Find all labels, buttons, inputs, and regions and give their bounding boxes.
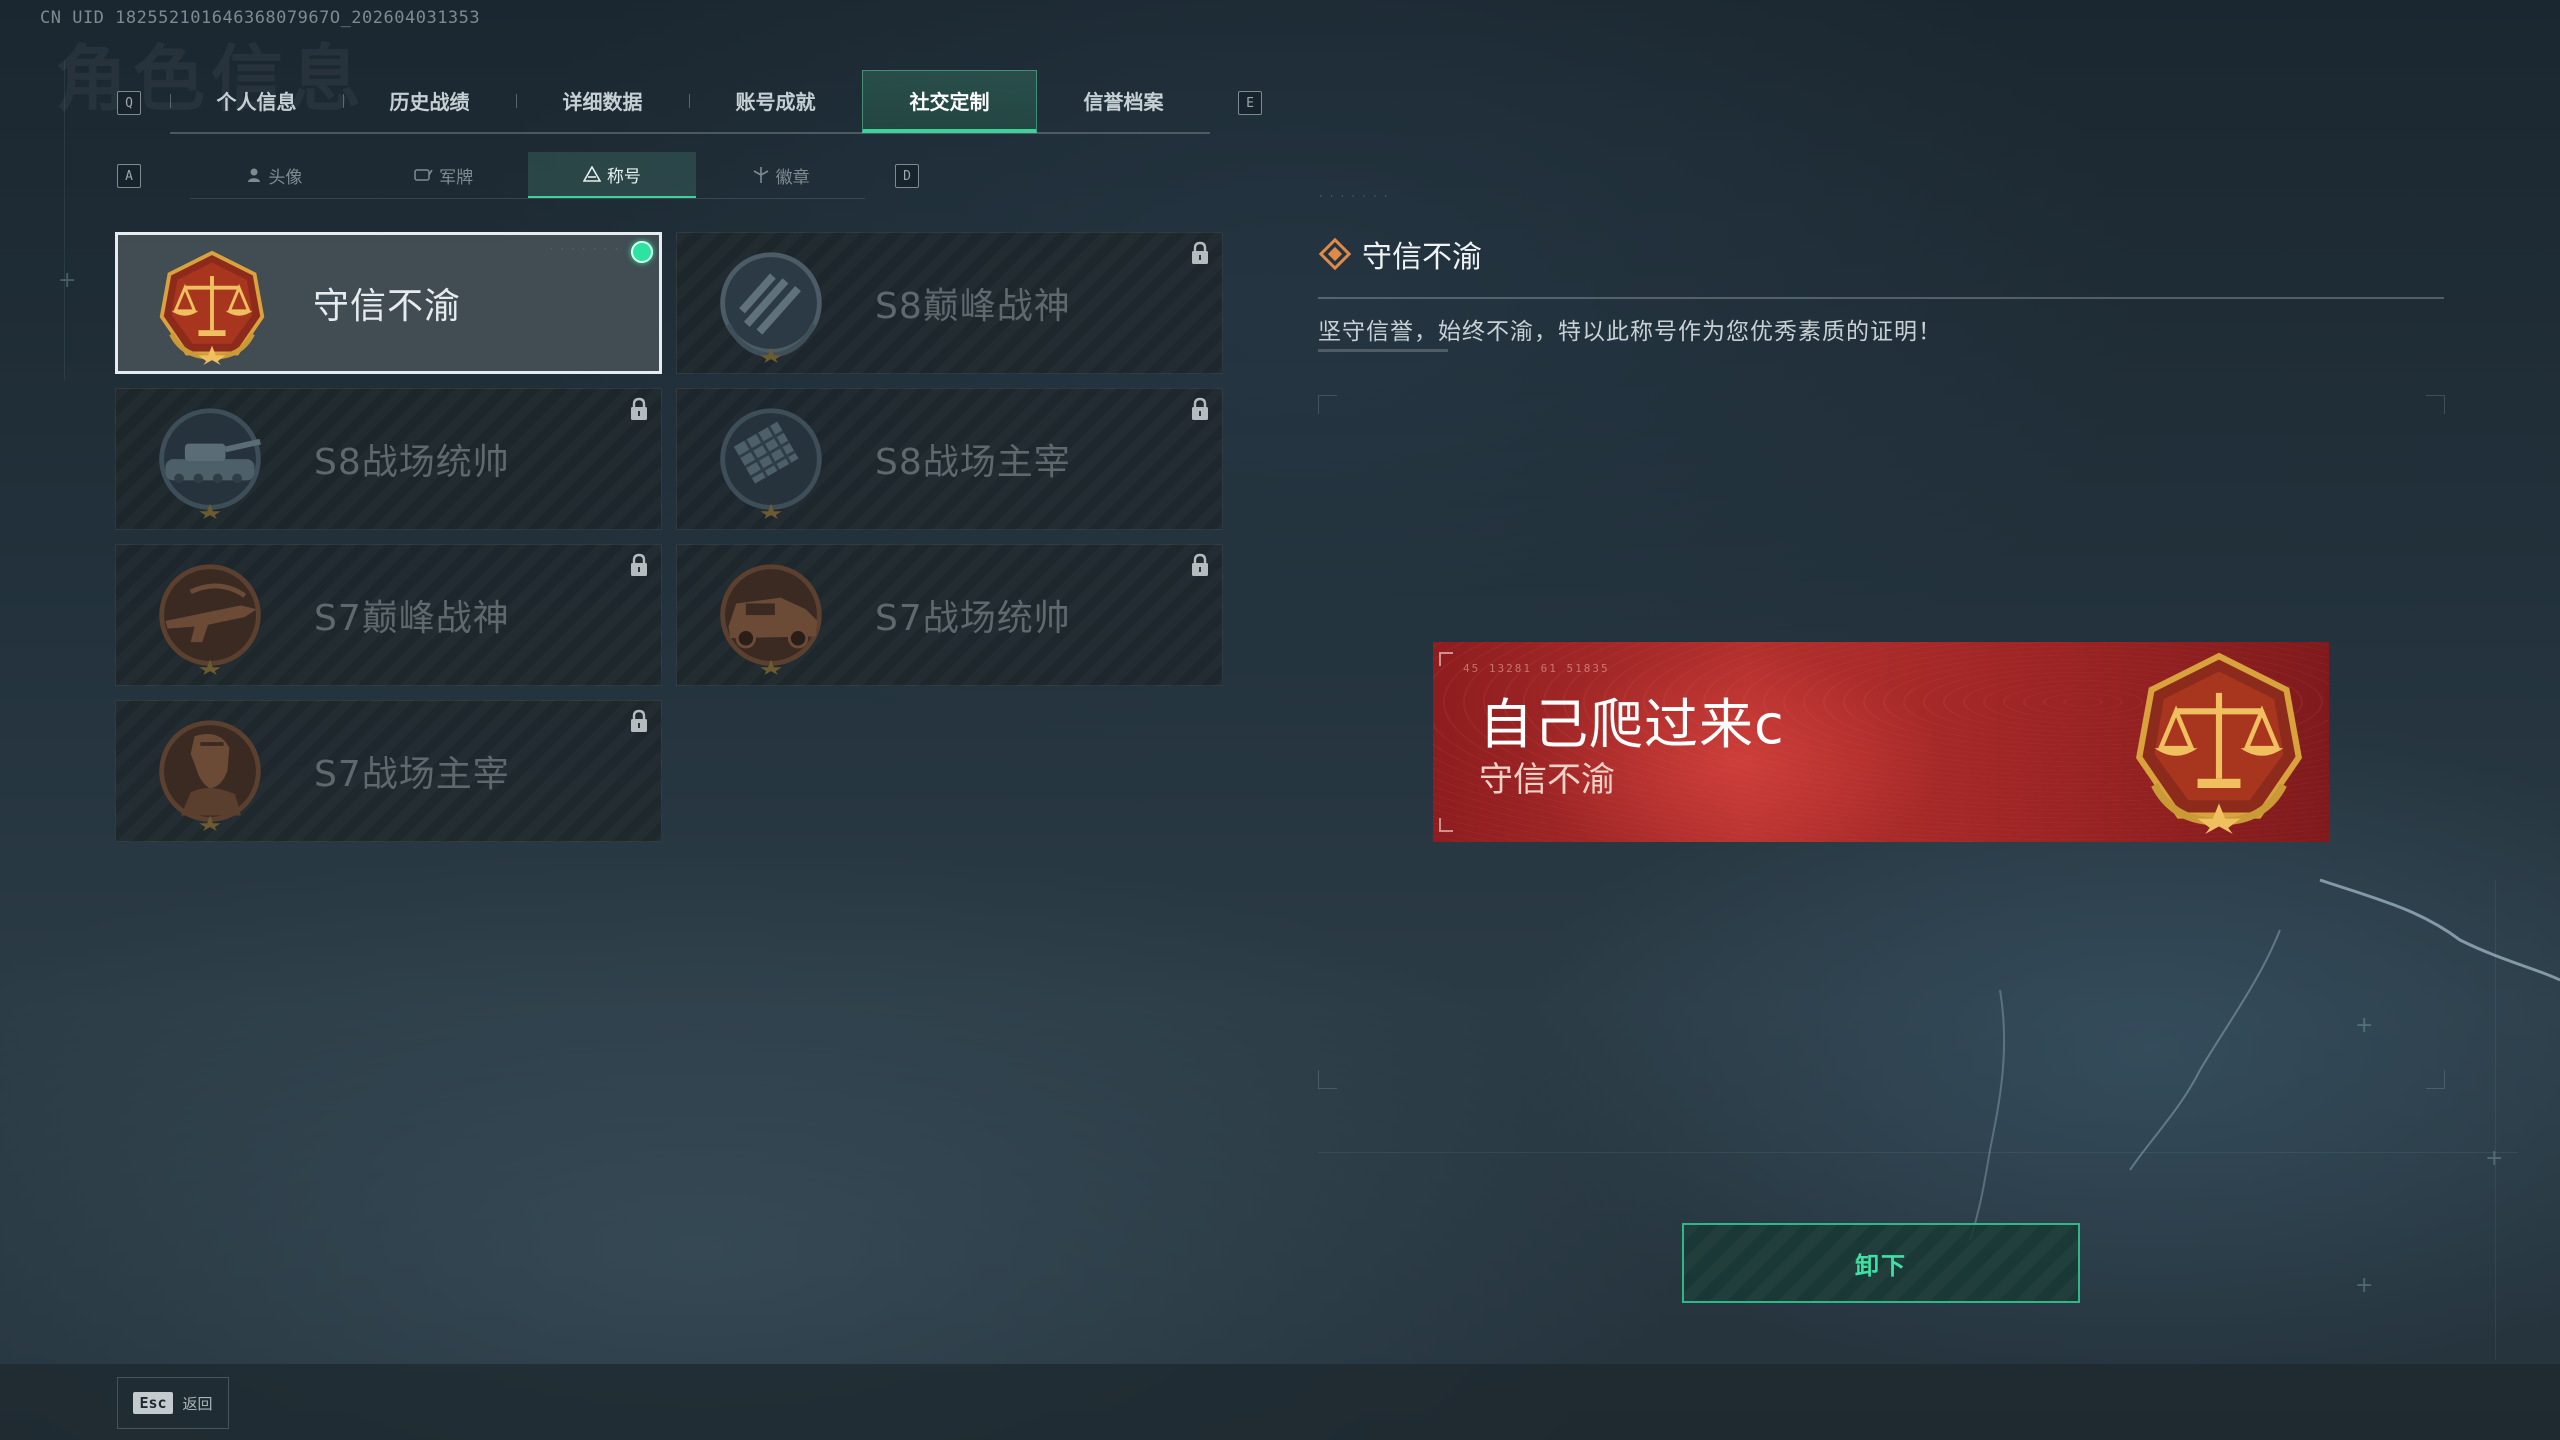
decor-plus: + [2355, 1273, 2374, 1298]
tab-separator [689, 94, 690, 108]
detail-description: 坚守信誉，始终不渝，特以此称号作为您优秀素质的证明！ [1318, 319, 1942, 345]
banner-player-name: 自己爬过来c [1479, 693, 1785, 756]
back-button[interactable]: Esc 返回 [117, 1377, 229, 1429]
tab-credit-record[interactable]: 信誉档案 [1037, 70, 1210, 130]
lightning-decoration [1969, 878, 2560, 1241]
vehicle-emblem-icon [713, 559, 829, 675]
tab-label: 详细数据 [562, 89, 643, 114]
decor-line [64, 60, 65, 380]
panel-corner [1318, 1070, 1337, 1089]
title-card-s8-peak[interactable]: S8巅峰战神 [676, 232, 1223, 374]
scales-emblem-icon [2127, 650, 2311, 834]
launcher-emblem-icon [713, 403, 829, 519]
subtab-label: 徽章 [775, 167, 810, 188]
title-card-shouxin[interactable]: 守信不渝 · · · · · · · [115, 232, 662, 374]
tab-separator [516, 94, 517, 108]
title-banner-preview: 45 13281 61 51835 自己爬过来c 守信不渝 [1433, 642, 2329, 842]
back-label: 返回 [182, 1394, 213, 1413]
subtab-label: 军牌 [439, 167, 474, 188]
banner-bracket [1439, 818, 1453, 832]
diamond-icon [1318, 237, 1352, 271]
dogtag-icon [414, 169, 433, 181]
panel-corner [1318, 395, 1337, 414]
lock-icon [1190, 553, 1210, 577]
tab-separator [170, 94, 171, 108]
detail-meta-bar [1318, 346, 1448, 356]
main-tab-bar: 个人信息 历史战绩 详细数据 账号成就 社交定制 信誉档案 [170, 70, 1210, 134]
detail-title: 守信不渝 [1362, 240, 1482, 275]
title-card-name: S8巅峰战神 [875, 286, 1071, 327]
detail-header: 守信不渝 [1318, 232, 1482, 276]
detail-decor-code: · · · · · · · [1318, 192, 1389, 202]
card-decor-code: · · · · · · · [548, 245, 619, 255]
panel-corner [2426, 1070, 2445, 1089]
title-card-s7-peak[interactable]: S7巅峰战神 [115, 544, 662, 686]
subtab-label: 头像 [268, 167, 303, 188]
title-card-name: 守信不渝 [313, 286, 462, 327]
lock-icon [629, 553, 649, 577]
tab-detailed-stats[interactable]: 详细数据 [516, 70, 689, 130]
footer-bar [0, 1364, 2560, 1440]
tank-emblem-icon [152, 403, 268, 519]
scales-emblem-icon [154, 249, 270, 365]
tab-label: 社交定制 [909, 89, 990, 114]
subtab-label: 称号 [606, 166, 641, 187]
tab-social-customization[interactable]: 社交定制 [862, 70, 1037, 133]
title-icon [582, 166, 601, 182]
esc-key-hint: Esc [133, 1392, 173, 1414]
prev-subtab-key-hint: A [117, 164, 141, 188]
tab-personal-info[interactable]: 个人信息 [170, 70, 343, 130]
person-icon [248, 168, 261, 182]
title-card-s7-dominator[interactable]: S7战场主宰 [115, 700, 662, 842]
next-subtab-key-hint: D [895, 164, 919, 188]
decor-plus: + [58, 268, 77, 293]
banner-title: 守信不渝 [1479, 760, 1615, 800]
tab-label: 历史战绩 [389, 89, 470, 114]
lock-icon [629, 397, 649, 421]
lock-icon [629, 709, 649, 733]
badge-icon [753, 167, 769, 183]
title-card-name: S7战场主宰 [314, 754, 510, 795]
subtab-avatar[interactable]: 头像 [190, 152, 359, 198]
prev-tab-key-hint: Q [117, 91, 141, 115]
unequip-button[interactable]: 卸下 [1682, 1223, 2080, 1303]
title-card-name: S7战场统帅 [875, 598, 1071, 639]
subtab-dogtag[interactable]: 军牌 [359, 152, 528, 198]
sub-tab-bar: 头像 军牌 称号 徽章 [190, 152, 865, 199]
tab-label: 个人信息 [216, 89, 297, 114]
title-card-name: S8战场统帅 [314, 442, 510, 483]
next-tab-key-hint: E [1238, 91, 1262, 115]
tab-match-history[interactable]: 历史战绩 [343, 70, 516, 130]
title-card-s8-dominator[interactable]: S8战场主宰 [676, 388, 1223, 530]
soldier-emblem-icon [152, 715, 268, 831]
uid-label: CN UID 18255210164636807967O_20260403135… [40, 8, 481, 28]
subtab-badge[interactable]: 徽章 [696, 152, 865, 198]
equipped-indicator [631, 241, 653, 263]
panel-corner [2426, 395, 2445, 414]
tab-label: 信誉档案 [1083, 89, 1164, 114]
title-card-name: S8战场主宰 [875, 442, 1071, 483]
tab-label: 账号成就 [735, 89, 816, 114]
title-card-s8-commander[interactable]: S8战场统帅 [115, 388, 662, 530]
tab-separator [343, 94, 344, 108]
detail-divider [1318, 297, 2444, 299]
tab-achievements[interactable]: 账号成就 [689, 70, 862, 130]
lock-icon [1190, 241, 1210, 265]
banner-code: 45 13281 61 51835 [1463, 662, 1610, 675]
lock-icon [1190, 397, 1210, 421]
rifle-emblem-icon [152, 559, 268, 675]
title-card-name: S7巅峰战神 [314, 598, 510, 639]
banner-bracket [1439, 652, 1453, 666]
subtab-title[interactable]: 称号 [527, 152, 697, 198]
title-card-s7-commander[interactable]: S7战场统帅 [676, 544, 1223, 686]
stripes-emblem-icon [713, 247, 829, 363]
